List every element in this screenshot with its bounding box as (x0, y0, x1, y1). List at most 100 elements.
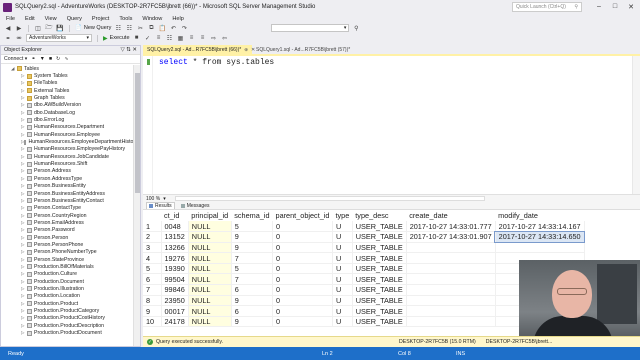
table-cell[interactable]: 0 (272, 305, 333, 317)
table-cell[interactable]: NULL (188, 273, 232, 286)
editor-horizontal-scrollbar[interactable] (174, 196, 485, 201)
tree-table-item[interactable]: ▷ HumanResources.JobCandidate (21, 153, 133, 160)
table-cell[interactable]: 5 (231, 221, 274, 233)
column-header[interactable]: principal_id (188, 210, 232, 221)
table-cell[interactable]: 2017-10-27 14:33:14.167 (495, 221, 585, 233)
row-number[interactable]: 1 (143, 221, 162, 233)
table-cell[interactable]: 0 (272, 263, 333, 275)
column-header[interactable]: ct_id (161, 210, 189, 221)
refresh-icon[interactable]: ↻ (56, 56, 60, 62)
row-number[interactable]: 3 (143, 242, 162, 254)
tree-table-item[interactable]: ▷ Person.EmailAddress (21, 219, 133, 226)
table-cell[interactable]: USER_TABLE (352, 231, 407, 243)
auto-hide-icon[interactable]: ⇅ (126, 47, 131, 53)
uncomment-icon[interactable]: ≡ (199, 34, 207, 42)
table-cell[interactable]: 23950 (161, 295, 189, 307)
object-explorer-scrollbar[interactable] (133, 65, 140, 346)
table-row[interactable]: 10 24178 NULL 9 0 U USER_TABLE (143, 316, 585, 328)
table-cell[interactable]: 0 (272, 252, 333, 264)
tree-folder[interactable]: ▷ FileTables (21, 80, 133, 87)
row-number[interactable]: 5 (143, 263, 162, 275)
table-cell[interactable]: U (332, 284, 353, 296)
table-cell[interactable]: NULL (188, 252, 232, 264)
table-cell[interactable]: U (332, 231, 353, 243)
tree-table-item[interactable]: ▷ HumanResources.EmployeeDepartmentHistor… (21, 138, 133, 145)
activity-icon[interactable]: ∿ (64, 56, 68, 62)
table-cell[interactable]: NULL (188, 221, 232, 233)
table-cell[interactable]: 13266 (161, 242, 189, 254)
table-cell[interactable]: 7 (231, 252, 274, 264)
save-icon[interactable]: 💾 (56, 24, 64, 32)
table-cell[interactable]: 0 (272, 295, 333, 307)
table-cell[interactable]: NULL (188, 284, 232, 296)
menu-view[interactable]: View (45, 16, 57, 22)
tree-folder[interactable]: ◢ Tables (11, 65, 133, 72)
table-cell[interactable] (406, 273, 496, 286)
table-cell[interactable]: 99846 (161, 284, 189, 296)
tree-table-item[interactable]: ▷ Person.CountryRegion (21, 212, 133, 219)
quick-launch-input[interactable]: Quick Launch (Ctrl+Q) ⚲ (512, 2, 582, 12)
query-editor[interactable]: select * from sys.tables (143, 54, 640, 194)
tree-table-item[interactable]: ▷ Person.Password (21, 227, 133, 234)
table-cell[interactable] (406, 252, 496, 264)
tree-table-item[interactable]: ▷ Person.BusinessEntityAddress (21, 190, 133, 197)
display-plan-icon[interactable]: ≡ (155, 34, 163, 42)
comment-icon[interactable]: ≡ (188, 34, 196, 42)
table-cell[interactable]: 13152 (161, 231, 189, 243)
tree-table-item[interactable]: ▷ dbo.ErrorLog (21, 116, 133, 123)
table-cell[interactable]: 9 (231, 242, 274, 254)
connect-icon[interactable]: ⚭ (31, 56, 35, 62)
table-cell[interactable]: USER_TABLE (352, 221, 407, 233)
table-cell[interactable]: 9 (231, 295, 274, 307)
table-cell[interactable]: 2017-10-27 14:33:01.907 (406, 231, 496, 243)
column-header[interactable]: type_desc (352, 210, 407, 221)
table-row[interactable]: 8 23950 NULL 9 0 U USER_TABLE (143, 295, 585, 307)
disconnect-icon[interactable]: ⚮ (15, 34, 23, 42)
table-cell[interactable]: 24178 (161, 316, 189, 328)
table-cell[interactable] (406, 242, 496, 254)
tree-table-item[interactable]: ▷ Production.Product (21, 300, 133, 307)
table-cell[interactable]: USER_TABLE (352, 273, 407, 286)
tree-table-item[interactable]: ▷ HumanResources.EmployeePayHistory (21, 146, 133, 153)
table-cell[interactable]: 2017-10-27 14:33:14.650 (494, 230, 586, 244)
table-cell[interactable]: 0 (272, 316, 333, 328)
tree-folder[interactable]: ▷ System Tables (21, 72, 133, 79)
filter-icon[interactable]: ▼ (40, 56, 45, 62)
table-cell[interactable]: U (332, 221, 353, 233)
tree-table-item[interactable]: ▷ Person.StateProvince (21, 256, 133, 263)
table-cell[interactable]: USER_TABLE (352, 284, 407, 296)
table-cell[interactable]: 00017 (161, 305, 189, 317)
tree-table-item[interactable]: ▷ Production.BillOfMaterials (21, 263, 133, 270)
table-cell[interactable] (406, 316, 496, 328)
tree-table-item[interactable]: ▷ Person.BusinessEntity (21, 183, 133, 190)
table-row[interactable]: 3 13266 NULL 9 0 U USER_TABLE (143, 242, 585, 254)
cut-icon[interactable]: ✂ (136, 24, 144, 32)
column-header[interactable]: modify_date (495, 210, 585, 221)
table-cell[interactable]: NULL (188, 316, 232, 328)
table-cell[interactable]: 9 (231, 316, 274, 328)
tree-table-item[interactable]: ▷ Person.Address (21, 168, 133, 175)
row-number[interactable]: 9 (143, 305, 162, 317)
table-cell[interactable]: USER_TABLE (352, 295, 407, 307)
tab-sqlquery1[interactable]: SQLQuery1.sql - Ad...R7FC5B\jbrett (57))… (252, 45, 358, 54)
table-cell[interactable]: 19276 (161, 252, 189, 264)
new-file-icon[interactable]: ◫ (34, 24, 42, 32)
row-number[interactable]: 4 (143, 252, 162, 264)
table-cell[interactable]: USER_TABLE (352, 242, 407, 254)
tree-table-item[interactable]: ▷ Person.ContactType (21, 205, 133, 212)
table-cell[interactable]: 0 (272, 221, 333, 233)
minimize-button[interactable]: – (592, 1, 606, 12)
table-cell[interactable]: 2017-10-27 14:33:01.777 (406, 221, 496, 233)
tree-table-item[interactable]: ▷ Production.ProductDocument (21, 329, 133, 336)
row-number[interactable]: 6 (143, 273, 162, 286)
table-cell[interactable]: USER_TABLE (352, 263, 407, 275)
parse-icon[interactable]: ✓ (144, 34, 152, 42)
row-number[interactable]: 7 (143, 284, 162, 296)
open-folder-icon[interactable]: 🗁 (45, 24, 53, 32)
scrollbar-thumb[interactable] (135, 73, 140, 193)
pin-icon[interactable]: ⊕ (244, 47, 248, 53)
tree-table-item[interactable]: ▷ Person.PhoneNumberType (21, 249, 133, 256)
menu-tools[interactable]: Tools (119, 16, 132, 22)
table-cell[interactable]: U (332, 273, 353, 286)
back-icon[interactable]: ◀ (4, 24, 12, 32)
